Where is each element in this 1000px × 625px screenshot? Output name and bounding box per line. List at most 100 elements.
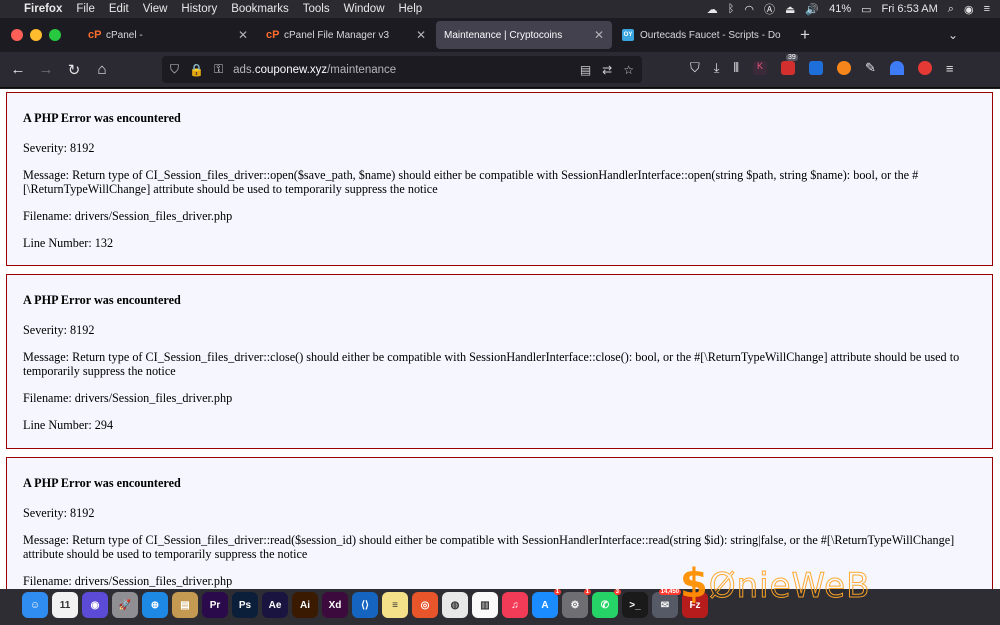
clock[interactable]: Fri 6:53 AM — [882, 3, 938, 15]
menu-history[interactable]: History — [181, 3, 217, 15]
close-tab-icon[interactable]: ✕ — [416, 28, 426, 42]
xd-icon[interactable]: Xd — [322, 592, 348, 618]
safari-icon[interactable]: ⊕ — [142, 592, 168, 618]
window-controls — [0, 29, 80, 41]
tab-strip: cP cPanel - ✕ cP cPanel File Manager v3 … — [0, 18, 1000, 52]
back-button[interactable]: ← — [4, 61, 32, 78]
macos-menu-bar: Firefox File Edit View History Bookmarks… — [0, 0, 1000, 18]
music-icon[interactable]: ♫ — [502, 592, 528, 618]
wifi-icon[interactable]: ◠ — [744, 3, 754, 16]
photoshop-icon[interactable]: Ps — [232, 592, 258, 618]
vscode-icon[interactable]: ⟨⟩ — [352, 592, 378, 618]
menu-help[interactable]: Help — [399, 3, 423, 15]
input-source-icon[interactable]: Ⓐ — [764, 1, 775, 17]
minimize-window-button[interactable] — [30, 29, 42, 41]
menu-file[interactable]: File — [76, 3, 95, 15]
eject-icon[interactable]: ⏏ — [785, 3, 795, 16]
premiere-icon[interactable]: Pr — [202, 592, 228, 618]
color-picker-icon[interactable]: ✎ — [865, 60, 876, 76]
document-icon[interactable]: ▥ — [472, 592, 498, 618]
mail-icon[interactable]: ✉ 14,450 — [652, 589, 681, 618]
launchpad-icon[interactable]: 🚀 — [112, 592, 138, 618]
app-menu[interactable]: Firefox — [24, 3, 62, 15]
tab-cpanel-file-manager[interactable]: cP cPanel File Manager v3 ✕ — [258, 21, 434, 49]
new-tab-button[interactable]: + — [800, 25, 810, 45]
spotlight-icon[interactable]: ⌕ — [948, 3, 954, 16]
app-menu-icon[interactable]: ≡ — [946, 61, 954, 76]
key-icon[interactable]: ⚿ — [214, 62, 223, 77]
close-tab-icon[interactable]: ✕ — [594, 28, 604, 42]
menu-bookmarks[interactable]: Bookmarks — [231, 3, 289, 15]
reload-button[interactable]: ↻ — [60, 61, 88, 79]
creative-cloud-icon[interactable]: ☁ — [707, 3, 718, 16]
close-tab-icon[interactable]: ✕ — [238, 28, 248, 42]
list-all-tabs-icon[interactable]: ⌄ — [948, 28, 958, 42]
error-severity: Severity: 8192 — [23, 322, 95, 337]
page-content: A PHP Error was encountered Severity: 81… — [0, 89, 1000, 589]
tab-label: cPanel File Manager v3 — [284, 29, 390, 41]
dock-badge: 1 — [553, 589, 561, 595]
lock-icon[interactable]: 🔒 — [189, 63, 204, 77]
menu-window[interactable]: Window — [344, 3, 385, 15]
terminal-icon[interactable]: >_ — [622, 592, 648, 618]
firefox-icon[interactable]: ◎ — [412, 592, 438, 618]
tracking-protection-icon[interactable]: ⛉ — [170, 62, 179, 77]
chrome-icon[interactable]: ◍ — [442, 592, 468, 618]
after-effects-icon[interactable]: Ae — [262, 592, 288, 618]
siri-icon[interactable]: ◉ — [82, 592, 108, 618]
error-line: Line Number: 294 — [23, 418, 114, 432]
pocket-icon[interactable]: ⛉ — [690, 60, 700, 76]
whatsapp-icon[interactable]: ✆ 3 — [592, 589, 621, 618]
close-window-button[interactable] — [11, 29, 23, 41]
translate-icon[interactable]: ⇄ — [602, 63, 612, 77]
metamask-icon[interactable] — [836, 61, 851, 75]
tab-label: Ourtecads Faucet - Scripts - Do — [640, 29, 781, 41]
illustrator-icon[interactable]: Ai — [292, 592, 318, 618]
calendar-icon[interactable]: 11 — [52, 592, 78, 618]
error-filename: Filename: drivers/Session_files_driver.p… — [23, 209, 233, 223]
control-center-icon[interactable]: ≡ — [984, 3, 990, 15]
siri-menu-icon[interactable]: ◉ — [964, 3, 974, 16]
bookmark-star-icon[interactable]: ☆ — [623, 63, 634, 77]
downloads-icon[interactable]: ⤓ — [714, 60, 720, 76]
bluetooth-icon[interactable]: ᛒ — [728, 3, 735, 15]
vpn-icon[interactable] — [889, 61, 904, 75]
library-icon[interactable]: ⫴ — [734, 60, 739, 76]
app-store-icon[interactable]: A1 — [532, 589, 561, 618]
zoom-window-button[interactable] — [49, 29, 61, 41]
tab-cpanel[interactable]: cP cPanel - ✕ — [80, 21, 256, 49]
menu-tools[interactable]: Tools — [303, 3, 330, 15]
error-line: Line Number: 132 — [23, 236, 114, 250]
notes-icon[interactable]: ≡ — [382, 592, 408, 618]
home-button[interactable]: ⌂ — [88, 61, 116, 78]
dock-badge: 14,450 — [658, 589, 681, 595]
reader-view-icon[interactable]: ▤ — [580, 63, 591, 77]
tab-maintenance[interactable]: Maintenance | Cryptocoins ✕ — [436, 21, 612, 49]
url-bar[interactable]: ⛉ 🔒 ⚿ ads.couponew.xyz/maintenance ▤ ⇄ ☆ — [162, 56, 642, 83]
cpanel-icon: cP — [88, 29, 102, 41]
menu-view[interactable]: View — [143, 3, 168, 15]
error-message: Message: Return type of CI_Session_files… — [23, 349, 960, 379]
tab-ourtecads-faucet[interactable]: OY Ourtecads Faucet - Scripts - Do — [614, 21, 790, 49]
battery-percent: 41% — [829, 3, 852, 15]
error-message: Message: Return type of CI_Session_files… — [23, 167, 919, 197]
forward-button[interactable]: → — [32, 61, 60, 78]
battery-icon[interactable]: ▭ — [861, 3, 871, 16]
error-heading: A PHP Error was encountered — [23, 293, 181, 307]
volume-icon[interactable]: 🔊 — [805, 3, 819, 16]
finder-icon[interactable]: ☺ — [22, 592, 48, 618]
error-severity: Severity: 8192 — [23, 140, 95, 155]
php-error-box: A PHP Error was encountered Severity: 81… — [6, 92, 993, 266]
menu-edit[interactable]: Edit — [109, 3, 129, 15]
url-text[interactable]: ads.couponew.xyz/maintenance — [233, 64, 396, 76]
tab-label: Maintenance | Cryptocoins — [444, 29, 563, 41]
ublock-icon[interactable]: 39 — [780, 54, 798, 75]
translate-extension-icon[interactable] — [808, 61, 823, 75]
lastpass-icon[interactable] — [917, 61, 932, 75]
settings-icon[interactable]: ⚙ 1 — [562, 589, 591, 618]
notes-folder-icon[interactable]: ▤ — [172, 592, 198, 618]
dock-apps: ☺ 11 ◉ 🚀 ⊕ ▤ Pr Ps Ae Ai Xd ⟨⟩ ≡ ◎ ◍ ▥ ♫ A 1 ⚙ 1 ✆ 3 >_ ✉ 14,450 F… — [22, 589, 708, 618]
tab-label: cPanel - — [106, 29, 143, 41]
php-error-box: A PHP Error was encountered Severity: 81… — [6, 274, 993, 449]
k-extension-icon[interactable]: K — [752, 61, 767, 75]
